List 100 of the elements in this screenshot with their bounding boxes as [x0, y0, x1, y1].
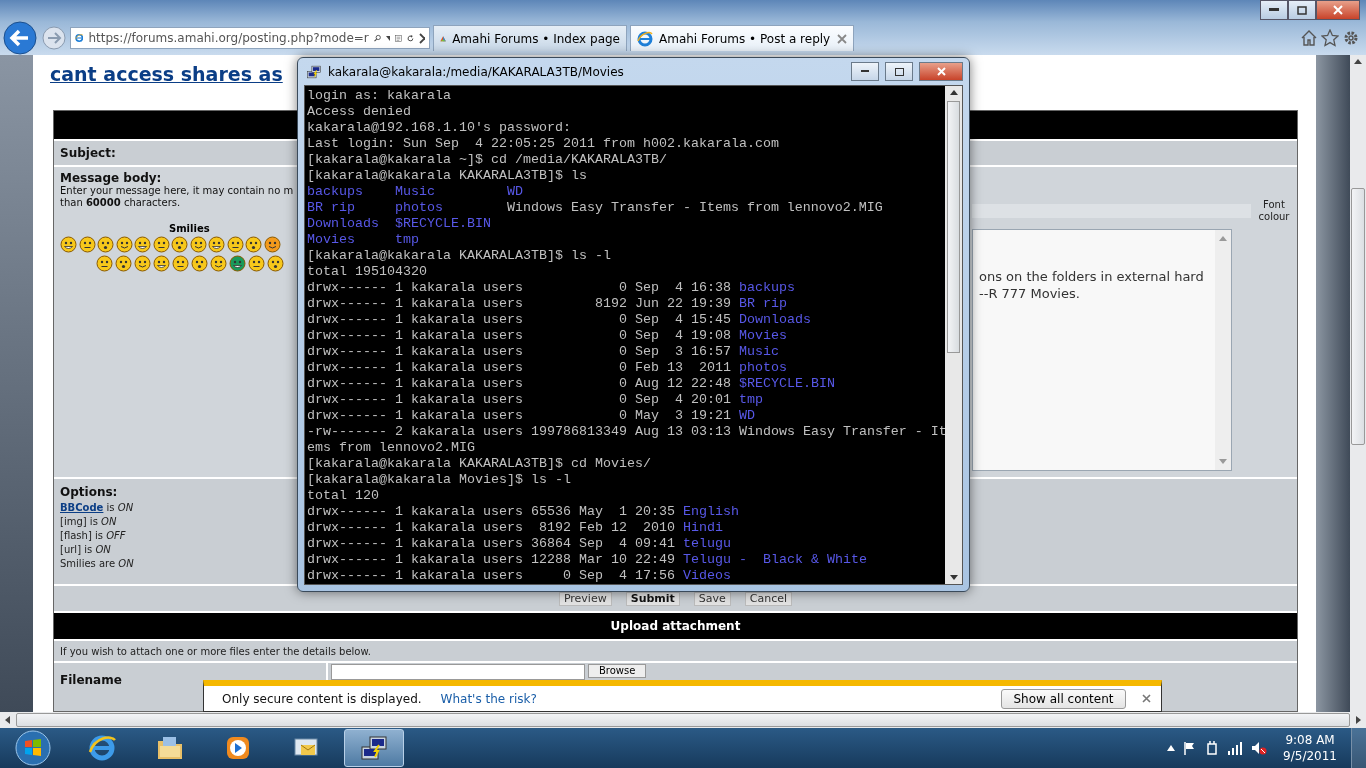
smiley-icon[interactable] — [245, 236, 262, 253]
show-hidden-icons[interactable] — [1167, 745, 1176, 751]
smiley-icon[interactable] — [60, 236, 77, 253]
power-icon[interactable] — [1205, 741, 1220, 755]
close-tab-icon[interactable] — [837, 33, 847, 44]
clock-date: 9/5/2011 — [1283, 748, 1337, 764]
maximize-icon — [894, 67, 904, 76]
close-icon[interactable] — [1142, 694, 1151, 703]
file-listing-line: drwx------ 1 kakarala users 8192 Jun 22 19:39 BR rip — [307, 296, 788, 312]
scroll-down-icon[interactable] — [949, 575, 958, 580]
file-listing-line: -rw------- 2 kakarala users 199786813349 Aug 13 03:13 Windows Easy Transfer - Items from lennovo2.MIG — [307, 424, 946, 456]
file-field[interactable] — [331, 664, 585, 680]
terminal-line: [kakarala@kakarala KAKARALA3TB]$ cd Movies/ — [307, 456, 652, 472]
close-icon — [1333, 5, 1343, 15]
minimize-icon — [861, 70, 869, 73]
scroll-up-icon[interactable] — [949, 90, 958, 95]
settings-icon[interactable] — [1342, 29, 1360, 47]
scroll-left-icon[interactable] — [5, 716, 10, 724]
terminal-line: total 120 — [307, 488, 380, 504]
star-icon[interactable] — [1321, 29, 1339, 47]
smiley-icon[interactable] — [152, 236, 170, 253]
horizontal-scrollbar[interactable] — [0, 712, 1366, 728]
scrollbar[interactable] — [945, 86, 962, 584]
browser-logo-icon — [87, 733, 117, 763]
scroll-right-icon[interactable] — [1356, 716, 1361, 724]
clock-time: 9:08 AM — [1285, 732, 1335, 748]
message-text: ons on the folders in external hard --R 777 Movies. — [979, 268, 1204, 302]
minimize-button[interactable] — [1260, 0, 1288, 20]
smiley-icon[interactable] — [115, 236, 133, 253]
vertical-scrollbar[interactable] — [1350, 55, 1366, 712]
file-listing-line: drwx------ 1 kakarala users 0 Feb 13 2011 photos — [307, 360, 788, 376]
smiley-icon[interactable] — [263, 236, 281, 253]
smiley-icon[interactable] — [189, 236, 207, 253]
smiley-icon[interactable] — [229, 255, 246, 272]
terminal-line: [kakarala@kakarala Movies]$ ls -l — [307, 472, 572, 488]
directory-name: Music — [394, 184, 436, 200]
close-button[interactable] — [1316, 0, 1360, 20]
subject-label: Subject: — [60, 146, 116, 160]
option-status: [img] is ON — [60, 516, 117, 527]
bbcode-link[interactable]: BBCode — [60, 502, 104, 513]
file-listing-line: drwx------ 1 kakarala users 0 Sep 4 15:45 Downloads — [307, 312, 812, 328]
file-listing-line: drwx------ 1 kakarala users 0 Sep 4 17:56 Videos — [307, 568, 732, 584]
smiley-icon[interactable] — [267, 255, 284, 272]
file-listing-line: drwx------ 1 kakarala users 12288 Mar 10 22:49 Telugu - Black & White — [307, 552, 868, 568]
terminal-line: [kakarala@kakarala KAKARALA3TB]$ ls — [307, 168, 588, 184]
scroll-up-icon[interactable] — [1354, 59, 1362, 64]
directory-name: photos — [394, 200, 444, 216]
directory-name: $RECYCLE.BIN — [394, 216, 492, 232]
address-field[interactable]: https://forums.amahi.org/posting.php?mode=r — [70, 27, 430, 49]
topic-title-link[interactable]: cant access shares as — [50, 63, 283, 89]
filename-label: Filename — [60, 673, 122, 687]
taskbar-app[interactable] — [344, 729, 404, 767]
browser-logo-icon — [637, 30, 653, 47]
show-all-content-button[interactable]: Show all content — [1001, 688, 1126, 709]
directory-name: Downloads — [307, 216, 380, 232]
smiley-icon[interactable] — [115, 255, 132, 272]
file-listing-line: drwx------ 1 kakarala users 0 Sep 4 16:38 backups — [307, 280, 796, 296]
smiley-icon[interactable] — [78, 236, 96, 253]
smiley-icon[interactable] — [134, 236, 151, 253]
upload-hint: If you wish to attach one or more files enter the details below. — [54, 641, 1297, 661]
browse-button[interactable]: Browse — [588, 664, 647, 678]
smiley-icon[interactable] — [191, 255, 208, 272]
option-status: [flash] is OFF — [60, 530, 126, 541]
smiley-icon[interactable] — [210, 255, 227, 272]
file-listing-line: drwx------ 1 kakarala users 0 Sep 4 19:08 Movies — [307, 328, 788, 344]
terminal-line: [kakarala@kakarala KAKARALA3TB]$ ls -l — [307, 248, 612, 264]
browser-tab[interactable]: Amahi Forums • Post a reply — [630, 25, 854, 51]
smiley-icon[interactable] — [172, 255, 189, 272]
message-textarea[interactable]: ons on the folders in external hard --R 777 Movies. — [972, 229, 1232, 471]
maximize-button[interactable] — [1288, 0, 1316, 20]
notification-message: Only secure content is displayed. — [222, 691, 422, 706]
smiley-icon[interactable] — [97, 236, 114, 253]
terminal-line: kakarala@192.168.1.10's password: — [307, 120, 572, 136]
file-listing-line: drwx------ 1 kakarala users 8192 Feb 12 2010 Hindi — [307, 520, 724, 536]
browser-tab[interactable]: Amahi Forums • Index page — [433, 25, 627, 51]
speaker-muted-icon[interactable] — [1251, 741, 1268, 755]
terminal-icon — [306, 63, 322, 80]
smiley-icon[interactable] — [134, 255, 151, 272]
home-icon[interactable] — [1300, 29, 1318, 47]
maximize-button[interactable] — [885, 62, 913, 81]
smiley-icon[interactable] — [208, 236, 225, 253]
minimize-button[interactable] — [851, 62, 879, 81]
back-button[interactable] — [2, 20, 38, 56]
smiley-icon[interactable] — [171, 236, 188, 253]
file-listing-line: drwx------ 1 kakarala users 0 Aug 12 22:48 $RECYCLE.BIN — [307, 376, 836, 392]
smiley-icon[interactable] — [248, 255, 265, 272]
options-label: Options: — [60, 485, 118, 499]
option-status: is ON — [106, 502, 134, 513]
smiley-icon[interactable] — [153, 255, 170, 272]
risk-link[interactable]: What's the risk? — [440, 691, 537, 706]
directory-name: BR rip — [307, 200, 356, 216]
dropdown-icon[interactable] — [386, 35, 391, 41]
directory-name: backups — [307, 184, 364, 200]
smiley-icon[interactable] — [226, 236, 244, 253]
terminal-line: Last login: Sun Sep 4 22:05:25 2011 from h002.kakarala.com — [307, 136, 780, 152]
smiley-icon[interactable] — [96, 255, 113, 272]
close-button[interactable] — [919, 62, 963, 81]
start-button[interactable] — [14, 729, 52, 767]
signal-icon[interactable] — [1227, 741, 1244, 755]
close-icon — [936, 67, 946, 76]
